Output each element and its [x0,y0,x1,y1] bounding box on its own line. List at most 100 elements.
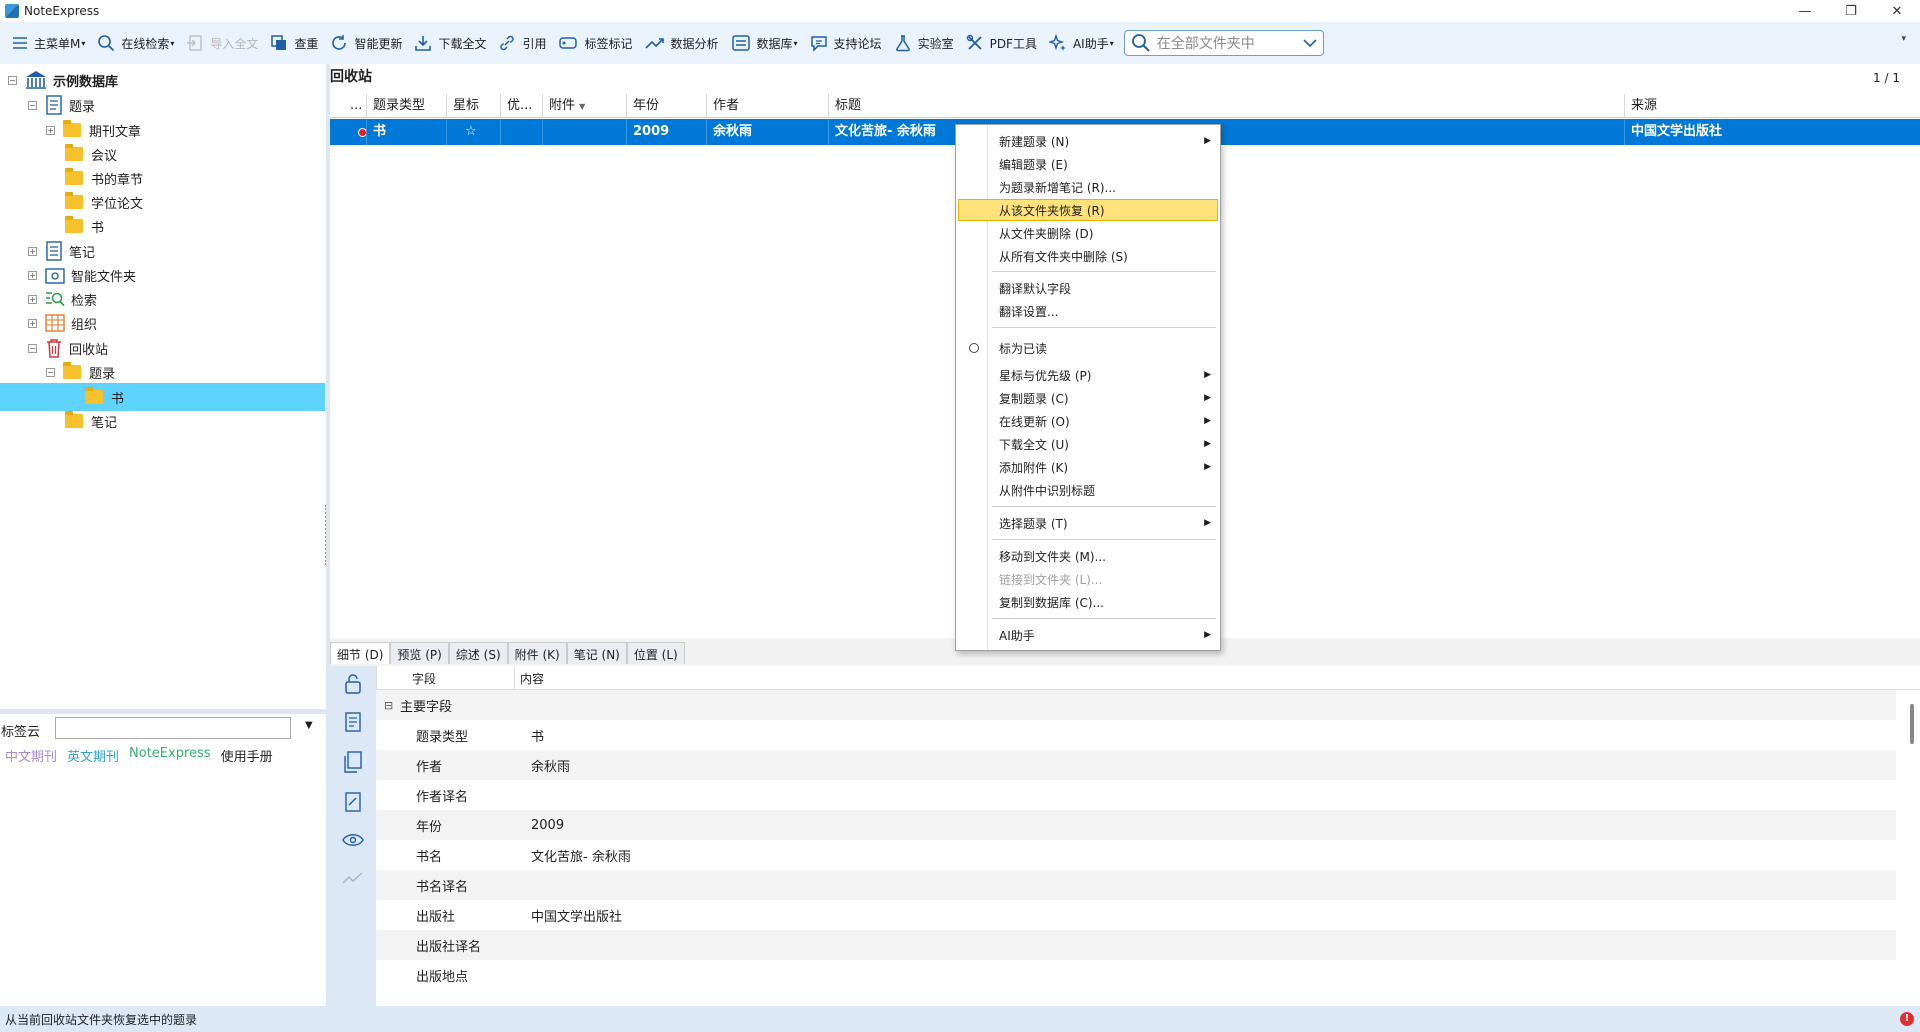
toolbar-overflow-icon[interactable]: ▾ [1901,34,1906,44]
menu-item-add-attachment[interactable]: 添加附件 (K) ▶ [958,456,1218,478]
field-row[interactable]: 出版地点 [376,960,1896,990]
ai-assistant-button[interactable]: AI助手 ▾ [1043,28,1120,58]
menu-item-translate-settings[interactable]: 翻译设置... [958,300,1218,322]
tag-item[interactable]: NoteExpress [129,746,211,765]
trend-icon[interactable] [341,866,365,890]
column-attachment[interactable]: 附件 ▼ [542,94,626,118]
tab-preview[interactable]: 预览 (P) [390,642,449,664]
download-fulltext-button[interactable]: 下载全文 [408,28,492,58]
tag-dropdown-icon[interactable]: ▼ [305,720,313,731]
menu-item-select-records[interactable]: 选择题录 (T) ▶ [958,512,1218,534]
collapse-icon[interactable]: − [46,367,55,377]
column-star[interactable]: 星标 [446,94,500,118]
column-source[interactable]: 来源 [1624,94,1920,118]
data-analysis-button[interactable]: 数据分析 [639,28,725,58]
database-button[interactable]: 数据库 ▾ [725,28,804,58]
lab-label: 实验室 [917,36,954,51]
menu-item-delete-from-folder[interactable]: 从文件夹删除 (D) [958,222,1218,244]
forum-button[interactable]: 支持论坛 [804,28,888,58]
tree-item-root[interactable]: − 示例数据库 [8,66,118,94]
menu-item-delete-from-all[interactable]: 从所有文件夹中删除 (S) [958,245,1218,267]
column-dots[interactable]: ... [330,94,366,118]
column-title[interactable]: 标题 [828,94,1624,118]
menu-item-edit-record[interactable]: 编辑题录 (E) [958,153,1218,175]
tab-details[interactable]: 细节 (D) [330,642,391,664]
tab-notes[interactable]: 笔记 (N) [566,642,627,664]
tag-filter-input[interactable] [55,717,291,739]
expand-icon[interactable]: + [28,318,37,328]
menu-item-link-to-folder[interactable]: 链接到文件夹 (L)... [958,568,1218,590]
tag-item[interactable]: 使用手册 [221,746,273,765]
field-row[interactable]: 作者译名 [376,780,1896,810]
menu-item-add-note[interactable]: 为题录新增笔记 (R)... [958,176,1218,198]
column-priority[interactable]: 优... [500,94,542,118]
menu-item-download-fulltext[interactable]: 下载全文 (U) ▶ [958,433,1218,455]
tag-mark-button[interactable]: 标签标记 [552,28,638,58]
record-icon[interactable] [341,710,365,734]
field-row[interactable]: 年份 2009 [376,810,1896,840]
detail-scrollbar[interactable] [1910,704,1914,744]
field-row[interactable]: 题录类型书 [376,720,1896,750]
cell-title: 文化苦旅- 余秋雨 [828,119,1624,145]
menu-item-copy-record[interactable]: 复制题录 (C) ▶ [958,387,1218,409]
copy-icon[interactable] [341,750,365,774]
tab-location[interactable]: 位置 (L) [626,642,685,664]
field-row[interactable]: 出版社译名 [376,930,1896,960]
online-search-button[interactable]: 在线检索 ▾ [91,28,180,58]
smart-update-button[interactable]: 智能更新 [324,28,408,58]
group-row[interactable]: ⊟ 主要字段 [376,690,1896,720]
maximize-button[interactable]: ❐ [1828,0,1874,22]
close-button[interactable]: ✕ [1874,0,1920,22]
cite-button[interactable]: 引用 [492,28,552,58]
menu-item-star-priority[interactable]: 星标与优先级 (P) ▶ [958,364,1218,386]
import-fulltext-button[interactable]: 导入全文 [180,28,264,58]
collapse-icon[interactable]: − [28,343,37,353]
eye-icon[interactable] [341,828,365,852]
column-year[interactable]: 年份 [626,94,706,118]
menu-item-identify-title[interactable]: 从附件中识别标题 [958,479,1218,501]
expand-icon[interactable]: + [28,246,37,256]
tree-item-recycle-records[interactable]: − 题录 [46,358,115,386]
collapse-icon[interactable]: − [28,100,37,110]
menu-item-new-record[interactable]: 新建题录 (N) ▶ [958,130,1218,152]
tree-item-recycle-book[interactable]: 书 [0,383,325,411]
tag-item[interactable]: 英文期刊 [67,746,119,765]
menu-item-translate-default[interactable]: 翻译默认字段 [958,277,1218,299]
tree-item-organize[interactable]: + 组织 [28,309,97,337]
pdf-tools-button[interactable]: PDF工具 [960,28,1043,58]
field-row[interactable]: 出版社 中国文学出版社 [376,900,1896,930]
menu-item-restore[interactable]: 从该文件夹恢复 (R) [958,199,1218,221]
field-row[interactable]: 书名译名 [376,870,1896,900]
minimize-button[interactable]: — [1782,0,1828,22]
menu-item-move-to-folder[interactable]: 移动到文件夹 (M)... [958,545,1218,567]
column-type[interactable]: 题录类型 [366,94,446,118]
tree-item-recycle-notes[interactable]: 笔记 [65,407,117,435]
menu-item-online-update[interactable]: 在线更新 (O) ▶ [958,410,1218,432]
tab-attachments[interactable]: 附件 (K) [507,642,567,664]
menu-item-copy-to-database[interactable]: 复制到数据库 (C)... [958,591,1218,613]
expand-icon[interactable]: + [28,294,37,304]
dedup-button[interactable]: 查重 [264,28,324,58]
column-author[interactable]: 作者 [706,94,828,118]
collapse-icon[interactable]: ⊟ [384,699,393,712]
expand-icon[interactable]: + [28,270,37,280]
field-row[interactable]: 书名 文化苦旅- 余秋雨 [376,840,1896,870]
tree-item-book[interactable]: 书 [65,212,104,240]
menu-item-mark-read[interactable]: 标为已读 [958,337,1218,359]
lock-icon[interactable] [341,672,365,696]
tree-item-records[interactable]: − 题录 [28,91,95,119]
menu-item-ai-assistant[interactable]: AI助手 ▶ [958,624,1218,646]
folder-search-input[interactable]: 在全部文件夹中 [1123,30,1324,56]
expand-icon[interactable]: + [46,125,55,135]
tag-item[interactable]: 中文期刊 [5,746,57,765]
edit-note-icon[interactable] [341,790,365,814]
main-menu-button[interactable]: 主菜单M ▾ [6,28,91,58]
header-field: 字段 [412,672,437,686]
warning-icon[interactable]: ! [1900,1012,1914,1026]
tab-summary[interactable]: 综述 (S) [448,642,508,664]
lab-button[interactable]: 实验室 [888,28,960,58]
tree-label: 组织 [71,317,98,333]
star-icon[interactable]: ☆ [446,119,500,145]
collapse-icon[interactable]: − [8,75,17,85]
field-row[interactable]: 作者 余秋雨 [376,750,1896,780]
